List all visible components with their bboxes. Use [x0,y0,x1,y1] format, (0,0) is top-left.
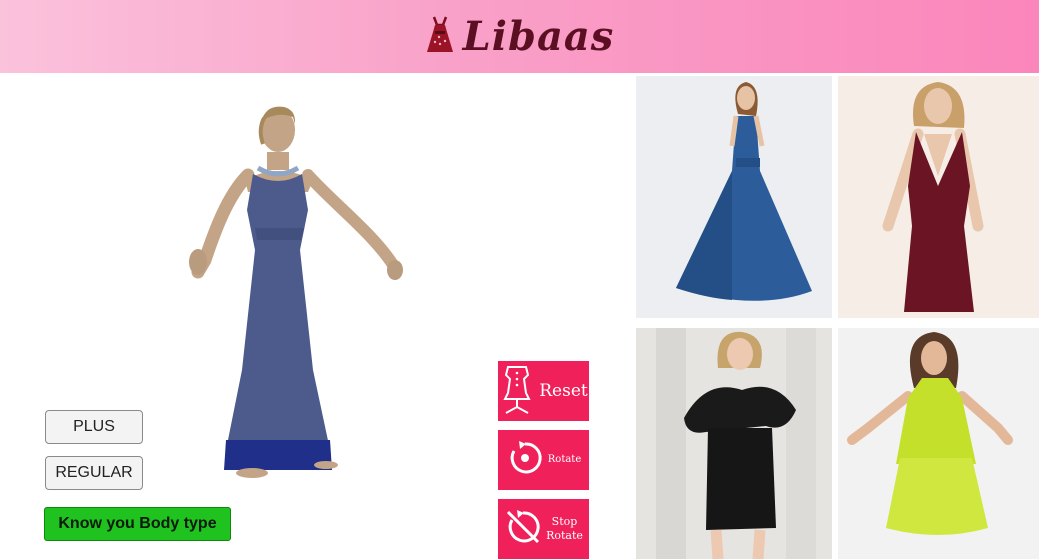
rotate-icon [506,439,544,482]
gallery-item-burgundy-dress[interactable] [838,76,1039,318]
dress-icon [425,14,455,59]
lime-dress-image [838,328,1039,559]
reset-label: Reset [539,381,588,401]
burgundy-dress-image [838,76,1039,318]
blue-gown-image [636,76,832,318]
regular-size-button[interactable]: REGULAR [45,456,143,490]
rotate-label: Rotate [547,454,582,465]
brand: Libaas [425,13,615,60]
gallery-item-lime-dress[interactable] [838,328,1039,559]
black-dress-image [636,328,832,559]
gallery-item-blue-gown[interactable] [636,76,832,318]
dress-form-icon [499,363,535,420]
rotate-button[interactable]: Rotate [498,430,589,490]
reset-button[interactable]: Reset [498,361,589,421]
app-header: Libaas [0,0,1039,73]
stop-rotate-icon [504,508,542,551]
plus-size-button[interactable]: PLUS [45,410,143,444]
stop-rotate-line2: Rotate [546,529,583,542]
brand-name: Libaas [462,13,615,60]
stop-rotate-button[interactable]: Stop Rotate [498,499,589,559]
stop-rotate-line1: Stop [551,515,578,528]
gallery-item-black-dress[interactable] [636,328,832,559]
avatar-figure [189,106,403,478]
avatar-viewport[interactable] [150,100,440,490]
stop-rotate-label: Stop Rotate [546,515,583,543]
know-body-type-button[interactable]: Know you Body type [44,507,231,541]
